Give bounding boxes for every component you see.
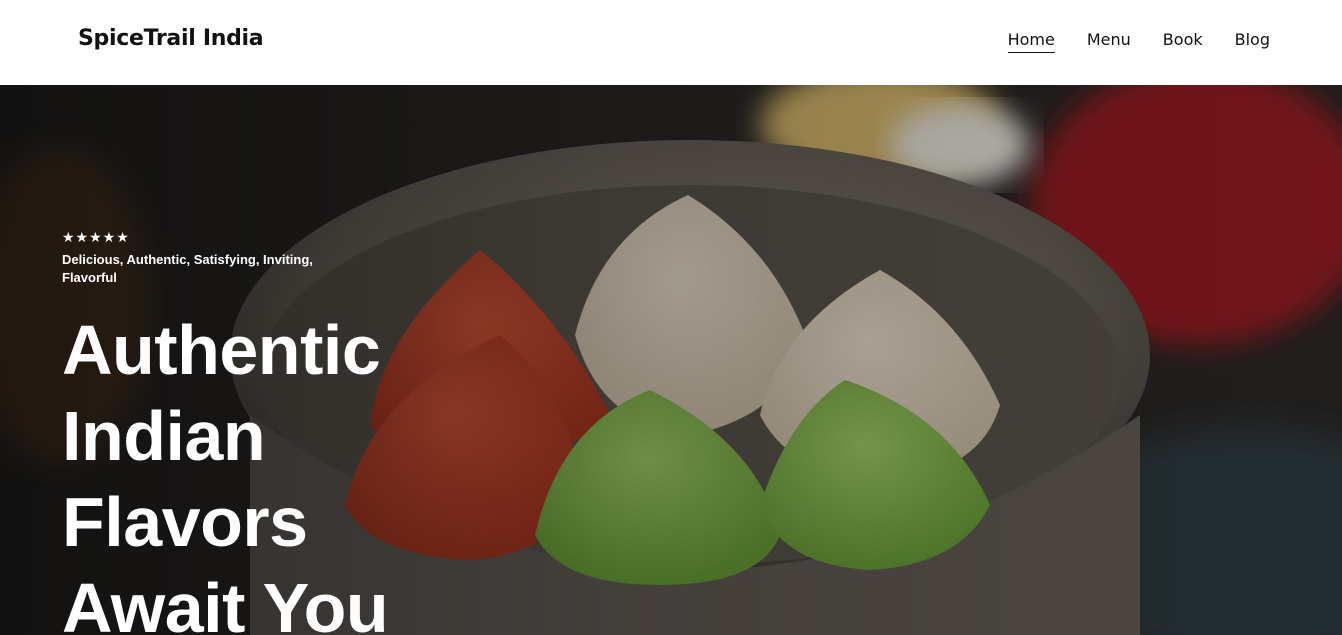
main-nav: Home Menu Book Blog bbox=[1007, 30, 1270, 53]
brand-logo[interactable]: SpiceTrail India bbox=[78, 26, 264, 51]
hero-headline: Authentic Indian Flavors Await You bbox=[62, 311, 389, 635]
hero-section: ★★★★★ Delicious, Authentic, Satisfying, … bbox=[0, 85, 1342, 635]
nav-home[interactable]: Home bbox=[1007, 30, 1055, 53]
rating-stars: ★★★★★ bbox=[62, 230, 130, 246]
nav-book[interactable]: Book bbox=[1163, 30, 1203, 53]
nav-blog[interactable]: Blog bbox=[1235, 30, 1270, 53]
hero-tagline: Delicious, Authentic, Satisfying, Inviti… bbox=[62, 252, 313, 285]
site-header: SpiceTrail India Home Menu Book Blog bbox=[0, 0, 1342, 85]
nav-menu[interactable]: Menu bbox=[1087, 30, 1131, 53]
